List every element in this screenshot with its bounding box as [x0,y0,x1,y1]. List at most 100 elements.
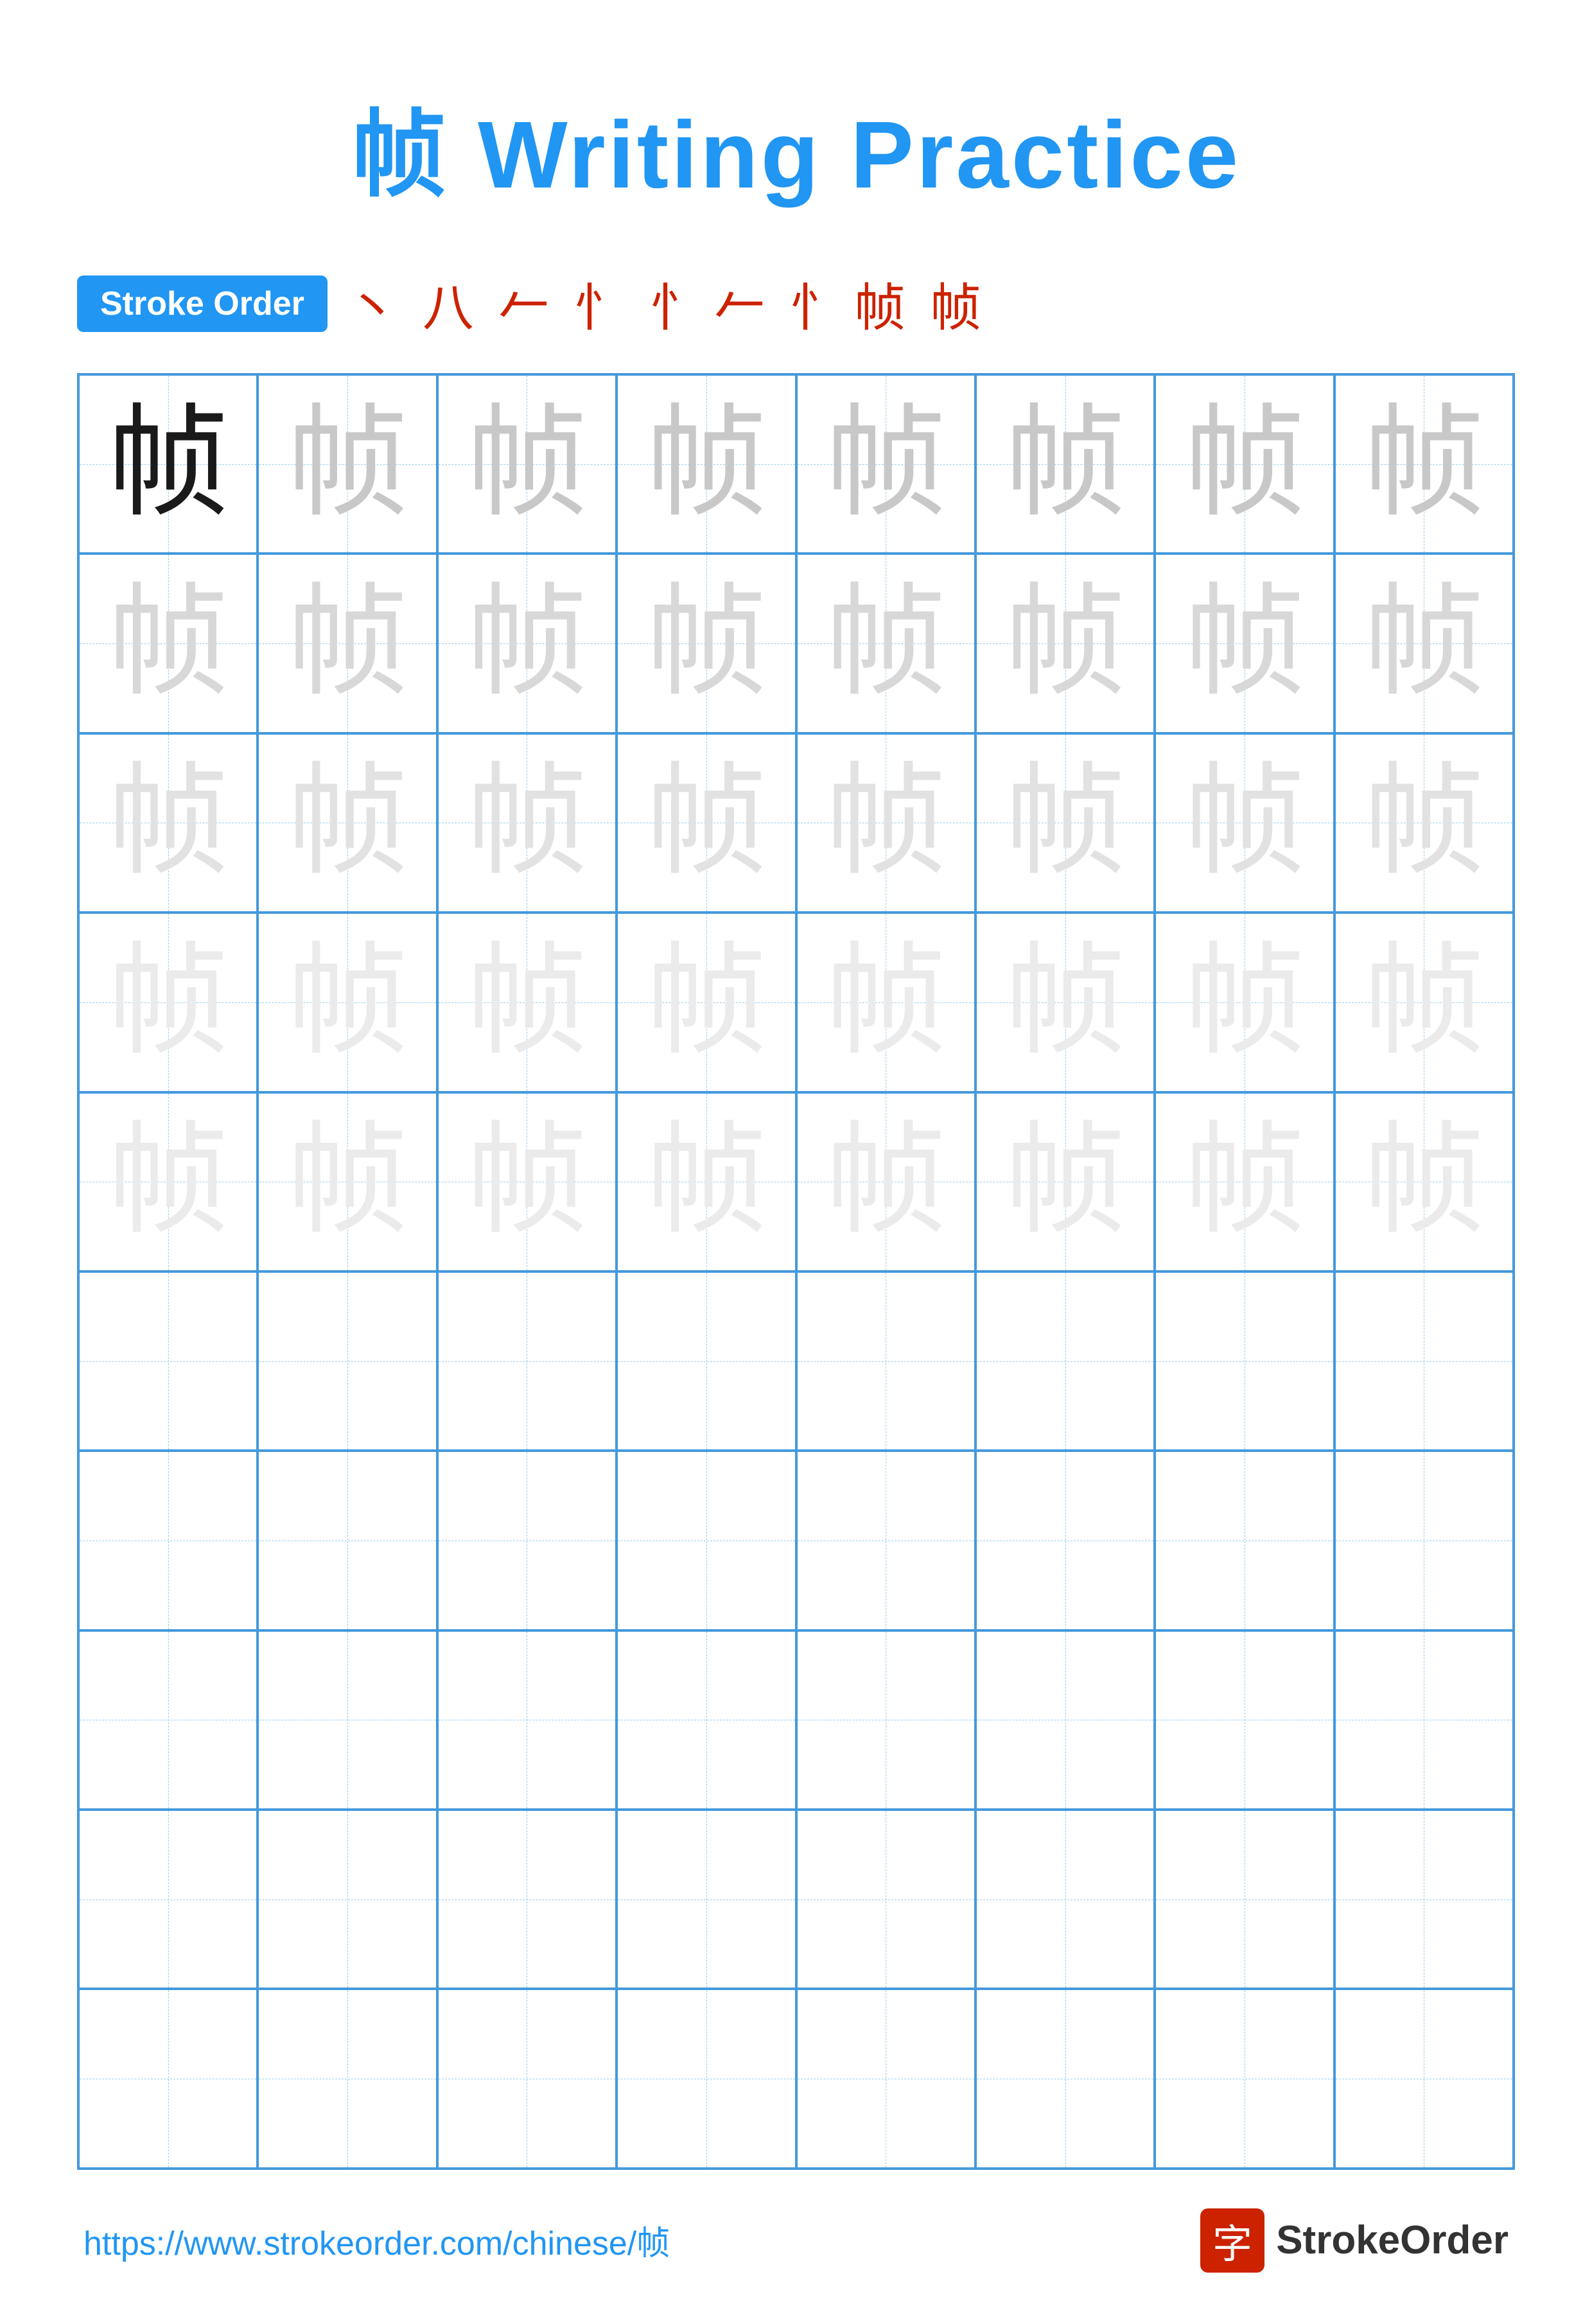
grid-cell-r3c8[interactable]: 帧 [1334,733,1514,913]
grid-cell-r9c6[interactable] [975,1810,1155,1989]
char-r3c4: 帧 [645,762,767,884]
char-r1c6: 帧 [1004,403,1126,525]
grid-cell-r7c3[interactable] [437,1451,617,1630]
footer-url[interactable]: https://www.strokeorder.com/chinese/帧 [83,2216,670,2264]
char-r5c2: 帧 [286,1121,408,1243]
char-r5c3: 帧 [466,1121,588,1243]
grid-cell-r8c4[interactable] [617,1630,796,1810]
grid-cell-r8c8[interactable] [1334,1630,1514,1810]
grid-cell-r7c4[interactable] [617,1451,796,1630]
grid-cell-r3c5[interactable]: 帧 [796,733,975,913]
grid-cell-r6c1[interactable] [78,1271,258,1451]
grid-cell-r4c2[interactable]: 帧 [258,913,437,1092]
grid-cell-r4c4[interactable]: 帧 [617,913,796,1092]
grid-cell-r5c3[interactable]: 帧 [437,1092,617,1271]
char-r3c5: 帧 [825,762,947,884]
grid-cell-r6c7[interactable] [1155,1271,1334,1451]
char-r4c8: 帧 [1363,941,1485,1063]
grid-cell-r10c4[interactable] [617,1989,796,2168]
grid-cell-r1c7[interactable]: 帧 [1155,374,1334,554]
grid-cell-r9c7[interactable] [1155,1810,1334,1989]
grid-cell-r4c8[interactable]: 帧 [1334,913,1514,1092]
grid-cell-r5c1[interactable]: 帧 [78,1092,258,1271]
grid-cell-r1c6[interactable]: 帧 [975,374,1155,554]
grid-cell-r2c4[interactable]: 帧 [617,554,796,733]
grid-cell-r2c7[interactable]: 帧 [1155,554,1334,733]
char-r5c1: 帧 [107,1121,229,1243]
grid-cell-r6c4[interactable] [617,1271,796,1451]
char-r1c4: 帧 [645,403,767,525]
grid-cell-r2c2[interactable]: 帧 [258,554,437,733]
char-r5c8: 帧 [1363,1121,1485,1243]
grid-cell-r9c3[interactable] [437,1810,617,1989]
grid-cell-r2c6[interactable]: 帧 [975,554,1155,733]
grid-cell-r10c2[interactable] [258,1989,437,2168]
char-r3c2: 帧 [286,762,408,884]
grid-cell-r5c2[interactable]: 帧 [258,1092,437,1271]
grid-cell-r8c2[interactable] [258,1630,437,1810]
grid-cell-r4c1[interactable]: 帧 [78,913,258,1092]
grid-cell-r8c3[interactable] [437,1630,617,1810]
grid-cell-r5c4[interactable]: 帧 [617,1092,796,1271]
grid-cell-r3c7[interactable]: 帧 [1155,733,1334,913]
char-r5c7: 帧 [1184,1121,1306,1243]
grid-cell-r6c2[interactable] [258,1271,437,1451]
grid-cell-r1c8[interactable]: 帧 [1334,374,1514,554]
grid-cell-r10c7[interactable] [1155,1989,1334,2168]
char-r3c8: 帧 [1363,762,1485,884]
grid-cell-r8c7[interactable] [1155,1630,1334,1810]
grid-cell-r9c4[interactable] [617,1810,796,1989]
strokeorder-logo-icon: 字 [1200,2208,1264,2273]
grid-cell-r7c1[interactable] [78,1451,258,1630]
grid-cell-r1c5[interactable]: 帧 [796,374,975,554]
grid-cell-r2c8[interactable]: 帧 [1334,554,1514,733]
grid-cell-r9c8[interactable] [1334,1810,1514,1989]
grid-cell-r9c1[interactable] [78,1810,258,1989]
grid-cell-r8c5[interactable] [796,1630,975,1810]
grid-cell-r9c2[interactable] [258,1810,437,1989]
grid-cell-r10c1[interactable] [78,1989,258,2168]
stroke-6: 忄帧 [790,266,918,341]
char-r1c8: 帧 [1363,403,1485,525]
grid-cell-r7c8[interactable] [1334,1451,1514,1630]
grid-cell-r7c2[interactable] [258,1451,437,1630]
grid-cell-r7c6[interactable] [975,1451,1155,1630]
grid-cell-r1c2[interactable]: 帧 [258,374,437,554]
char-r3c1: 帧 [107,762,229,884]
grid-cell-r7c7[interactable] [1155,1451,1334,1630]
grid-cell-r9c5[interactable] [796,1810,975,1989]
grid-cell-r6c6[interactable] [975,1271,1155,1451]
grid-cell-r4c5[interactable]: 帧 [796,913,975,1092]
grid-cell-r6c3[interactable] [437,1271,617,1451]
grid-cell-r5c8[interactable]: 帧 [1334,1092,1514,1271]
grid-cell-r1c1[interactable]: 帧 [78,374,258,554]
char-r4c7: 帧 [1184,941,1306,1063]
grid-cell-r4c3[interactable]: 帧 [437,913,617,1092]
grid-cell-r4c6[interactable]: 帧 [975,913,1155,1092]
grid-cell-r7c5[interactable] [796,1451,975,1630]
grid-cell-r3c2[interactable]: 帧 [258,733,437,913]
grid-cell-r5c5[interactable]: 帧 [796,1092,975,1271]
grid-cell-r5c7[interactable]: 帧 [1155,1092,1334,1271]
grid-cell-r10c8[interactable] [1334,1989,1514,2168]
grid-cell-r3c4[interactable]: 帧 [617,733,796,913]
grid-cell-r1c4[interactable]: 帧 [617,374,796,554]
grid-cell-r2c5[interactable]: 帧 [796,554,975,733]
grid-cell-r5c6[interactable]: 帧 [975,1092,1155,1271]
grid-cell-r10c5[interactable] [796,1989,975,2168]
grid-cell-r10c6[interactable] [975,1989,1155,2168]
char-r1c3: 帧 [466,403,588,525]
grid-cell-r3c3[interactable]: 帧 [437,733,617,913]
grid-cell-r6c5[interactable] [796,1271,975,1451]
grid-cell-r4c7[interactable]: 帧 [1155,913,1334,1092]
grid-cell-r1c3[interactable]: 帧 [437,374,617,554]
grid-cell-r6c8[interactable] [1334,1271,1514,1451]
grid-cell-r3c1[interactable]: 帧 [78,733,258,913]
grid-cell-r3c6[interactable]: 帧 [975,733,1155,913]
char-r1c2: 帧 [286,403,408,525]
grid-cell-r8c1[interactable] [78,1630,258,1810]
grid-cell-r2c1[interactable]: 帧 [78,554,258,733]
grid-cell-r10c3[interactable] [437,1989,617,2168]
grid-cell-r2c3[interactable]: 帧 [437,554,617,733]
grid-cell-r8c6[interactable] [975,1630,1155,1810]
